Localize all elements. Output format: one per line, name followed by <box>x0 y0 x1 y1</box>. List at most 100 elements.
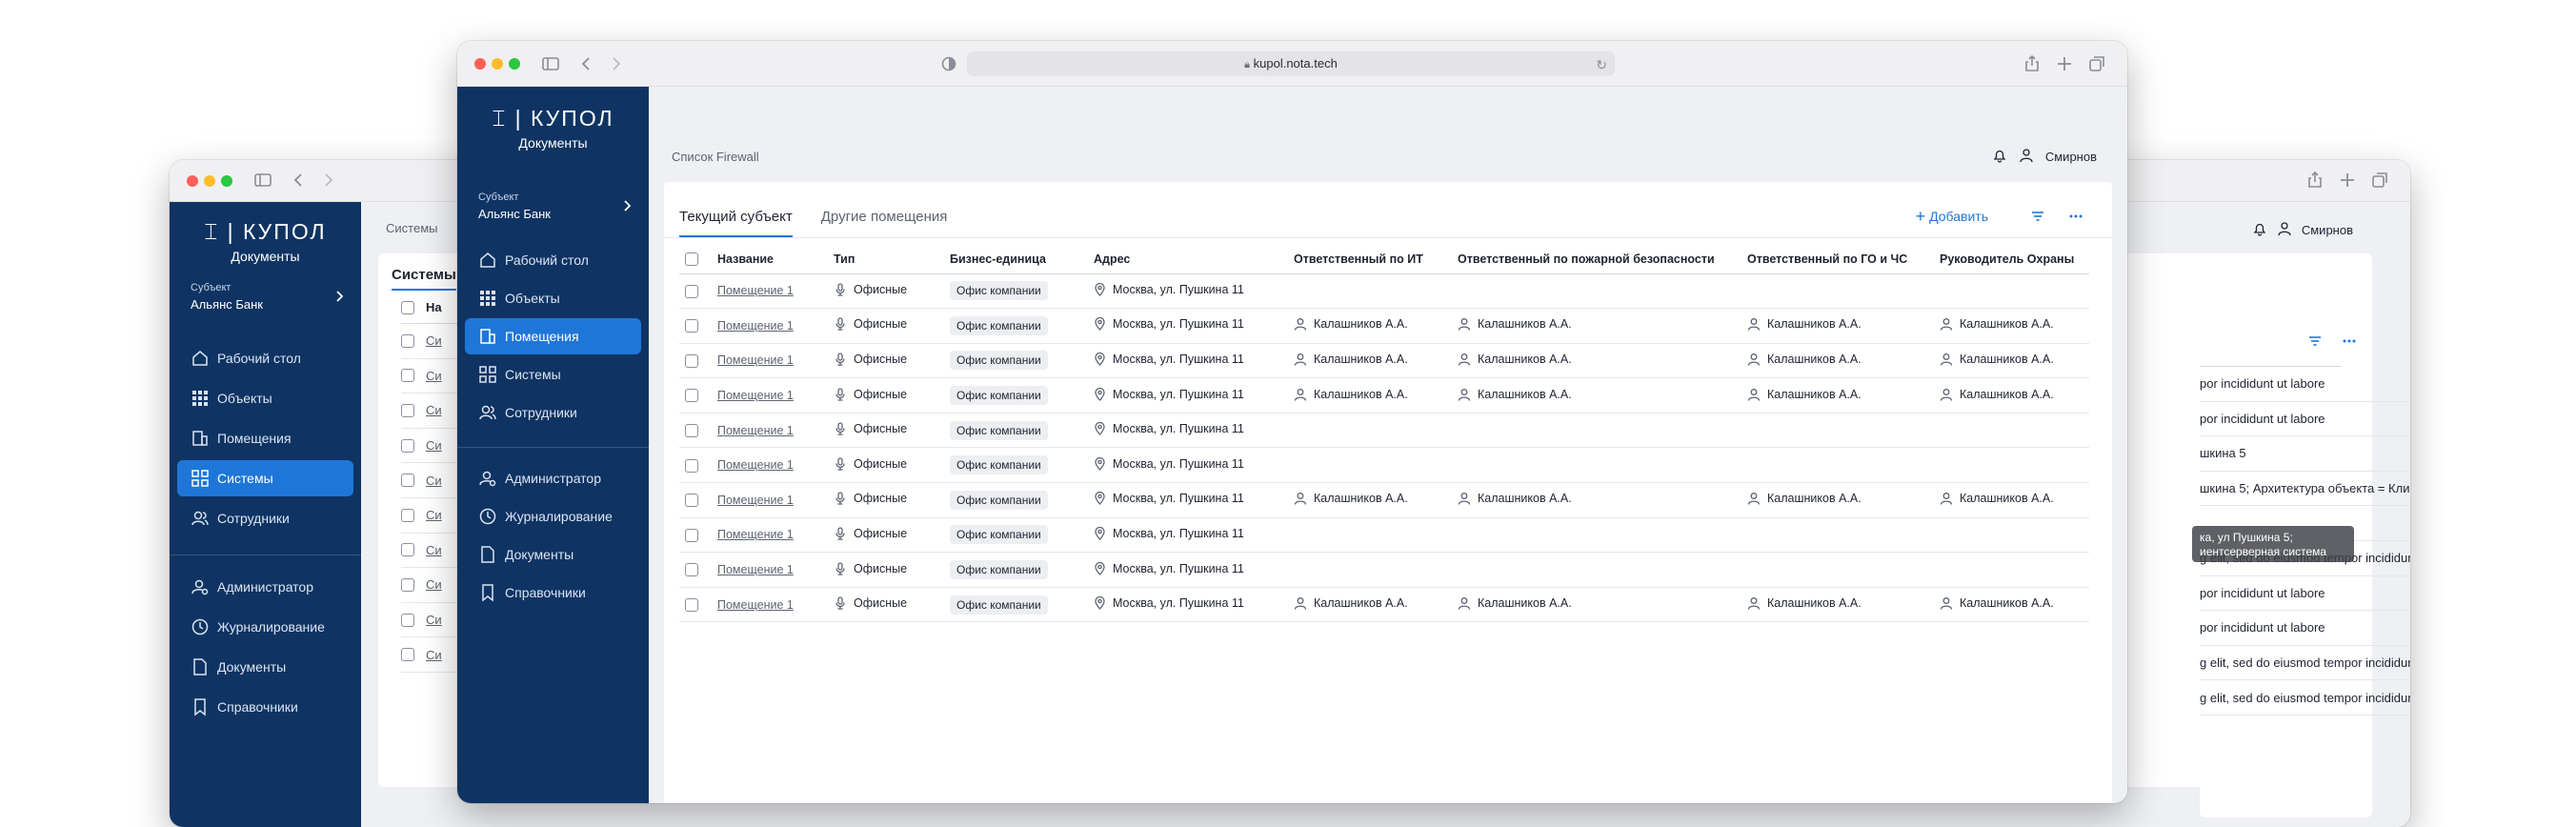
close-window-button[interactable] <box>474 58 486 70</box>
sidebar-item-premises[interactable]: Помещения <box>177 420 353 456</box>
sidebar-item-logging[interactable]: Журналирование <box>465 498 641 535</box>
tab-current-subject[interactable]: Текущий субъект <box>679 199 793 237</box>
table-row[interactable]: g elit, sed do eiusmod tempor incididunt… <box>2200 680 2410 716</box>
premise-link[interactable]: Помещение 1 <box>717 494 794 507</box>
table-row[interactable]: Помещение 1 Офисные Офис компании Москва, у… <box>679 273 2089 310</box>
bell-icon[interactable] <box>1992 148 2007 166</box>
sidebar-item-admin[interactable]: Администратор <box>465 460 641 496</box>
tabs-overview-icon[interactable] <box>2087 54 2106 77</box>
table-row[interactable]: por incididunt ut labore <box>2200 576 2410 612</box>
column-header-it-owner[interactable]: Ответственный по ИТ <box>1288 245 1452 274</box>
row-checkbox[interactable] <box>685 458 698 473</box>
select-all-checkbox[interactable] <box>401 300 414 314</box>
premise-link[interactable]: Помещение 1 <box>717 353 794 367</box>
row-checkbox[interactable] <box>685 284 698 298</box>
sidebar-toggle-icon[interactable] <box>253 171 272 193</box>
row-checkbox[interactable] <box>685 494 698 508</box>
address-bar[interactable]: 🔒︎ kupol.nota.tech ↻ <box>967 51 1615 76</box>
new-tab-icon[interactable] <box>2055 54 2074 77</box>
subject-selector[interactable]: Субъект Альянс Банк <box>191 282 346 312</box>
row-checkbox[interactable] <box>685 528 698 542</box>
table-row[interactable]: por incididunt ut labore <box>2200 402 2410 437</box>
system-link[interactable]: Си <box>426 613 442 627</box>
add-button[interactable]: + Добавить <box>1916 208 1988 225</box>
forward-arrow-icon[interactable] <box>318 171 337 193</box>
close-window-button[interactable] <box>187 175 198 187</box>
table-row[interactable]: Помещение 1 Офисные Офис компании Москва, у… <box>679 552 2089 588</box>
column-header-fire-safety-owner[interactable]: Ответственный по пожарной безопасности <box>1452 245 1741 274</box>
sidebar-item-employees[interactable]: Сотрудники <box>177 500 353 536</box>
table-row[interactable]: g elit, sed do eiusmod tempor incididunt… <box>2200 646 2410 681</box>
table-row[interactable]: Помещение 1 Офисные Офис компании Москва, у… <box>679 587 2089 623</box>
column-header-name[interactable]: Название <box>712 245 828 274</box>
sidebar-item-premises[interactable]: Помещения <box>465 318 641 354</box>
minimize-window-button[interactable] <box>492 58 503 70</box>
sidebar-item-logging[interactable]: Журналирование <box>177 609 353 645</box>
forward-arrow-icon[interactable] <box>606 54 625 77</box>
row-checkbox[interactable] <box>685 353 698 368</box>
premise-link[interactable]: Помещение 1 <box>717 319 794 333</box>
sidebar-toggle-icon[interactable] <box>541 54 560 77</box>
row-checkbox[interactable] <box>401 403 414 417</box>
row-checkbox[interactable] <box>401 613 414 627</box>
column-header-security-head[interactable]: Руководитель Охраны <box>1934 245 2089 274</box>
table-row[interactable]: Помещение 1 Офисные Офис компании Москва, у… <box>679 517 2089 554</box>
back-arrow-icon[interactable] <box>577 54 596 77</box>
system-link[interactable]: Си <box>426 543 442 557</box>
system-link[interactable]: Си <box>426 333 442 348</box>
bell-icon[interactable] <box>2252 221 2267 239</box>
maximize-window-button[interactable] <box>509 58 520 70</box>
select-all-checkbox[interactable] <box>685 252 698 267</box>
sidebar-item-desktop[interactable]: Рабочий стол <box>177 340 353 376</box>
tab-systems[interactable]: Системы <box>392 267 456 291</box>
row-checkbox[interactable] <box>401 438 414 453</box>
system-link[interactable]: Си <box>426 648 442 662</box>
row-checkbox[interactable] <box>401 543 414 557</box>
premise-link[interactable]: Помещение 1 <box>717 563 794 576</box>
premise-link[interactable]: Помещение 1 <box>717 389 794 402</box>
sidebar-item-systems[interactable]: Системы <box>177 460 353 496</box>
maximize-window-button[interactable] <box>221 175 232 187</box>
tab-other-premises[interactable]: Другие помещения <box>821 199 948 237</box>
system-link[interactable]: Си <box>426 474 442 488</box>
tabs-overview-icon[interactable] <box>2370 171 2389 193</box>
more-options-icon[interactable] <box>2068 209 2083 229</box>
system-link[interactable]: Си <box>426 369 442 383</box>
premise-link[interactable]: Помещение 1 <box>717 528 794 541</box>
table-row[interactable]: Помещение 1 Офисные Офис компании Москва, у… <box>679 447 2089 484</box>
row-checkbox[interactable] <box>401 577 414 592</box>
table-row[interactable]: шкина 5; Архитектура объекта = Клиентсе.… <box>2200 472 2410 507</box>
table-row[interactable]: Помещение 1 Офисные Офис компании Москва, у… <box>679 308 2089 344</box>
row-checkbox[interactable] <box>685 319 698 333</box>
table-row[interactable]: Помещение 1 Офисные Офис компании Москва, у… <box>679 343 2089 379</box>
sidebar-item-documents[interactable]: Документы <box>465 536 641 573</box>
system-link[interactable]: Си <box>426 577 442 592</box>
minimize-window-button[interactable] <box>204 175 215 187</box>
table-row[interactable]: por incididunt ut labore <box>2200 611 2410 646</box>
sidebar-item-objects[interactable]: Объекты <box>465 280 641 316</box>
row-checkbox[interactable] <box>401 369 414 383</box>
table-row[interactable]: por incididunt ut labore <box>2200 367 2410 402</box>
privacy-shield-icon[interactable] <box>939 54 958 77</box>
subject-selector[interactable]: Субъект Альянс Банк <box>478 192 634 221</box>
filter-icon[interactable] <box>2030 209 2045 229</box>
row-checkbox[interactable] <box>685 597 698 612</box>
row-checkbox[interactable] <box>401 648 414 662</box>
share-icon[interactable] <box>2023 54 2042 77</box>
sidebar-item-documents[interactable]: Документы <box>177 649 353 685</box>
reload-icon[interactable]: ↻ <box>1596 52 1607 77</box>
row-checkbox[interactable] <box>685 563 698 577</box>
row-checkbox[interactable] <box>401 333 414 348</box>
column-header-business-unit[interactable]: Бизнес-единица <box>944 245 1088 274</box>
sidebar-item-systems[interactable]: Системы <box>465 356 641 393</box>
user-menu[interactable]: Смирнов <box>1992 148 2097 166</box>
filter-icon[interactable] <box>2307 333 2323 353</box>
system-link[interactable]: Си <box>426 508 442 522</box>
table-row[interactable]: Помещение 1 Офисные Офис компании Москва, у… <box>679 482 2089 518</box>
sidebar-item-objects[interactable]: Объекты <box>177 380 353 416</box>
user-menu[interactable]: Смирнов <box>2252 221 2353 239</box>
premise-link[interactable]: Помещение 1 <box>717 598 794 612</box>
row-checkbox[interactable] <box>685 389 698 403</box>
premise-link[interactable]: Помещение 1 <box>717 424 794 437</box>
table-row[interactable]: шкина 5 <box>2200 436 2410 472</box>
